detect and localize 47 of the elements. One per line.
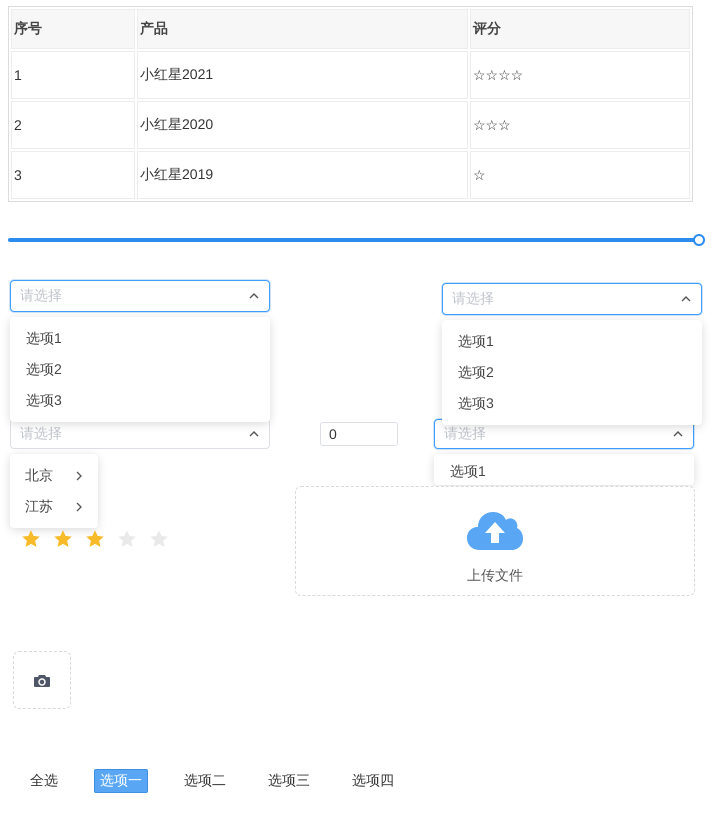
chevron-up-icon: [681, 296, 691, 302]
checkbox-button[interactable]: 选项四: [346, 769, 400, 793]
column-header: 序号: [11, 9, 135, 49]
table-cell: ☆☆☆: [470, 101, 690, 149]
column-header: 评分: [470, 9, 690, 49]
star-icon[interactable]: [53, 529, 73, 549]
star-icon[interactable]: [85, 529, 105, 549]
table-cell: 小红星2019: [137, 151, 468, 199]
column-header: 产品: [137, 9, 468, 49]
dropdown-option[interactable]: 选项3: [442, 388, 702, 419]
slider-track[interactable]: [8, 234, 705, 246]
select-placeholder: 请选择: [444, 425, 486, 443]
table-cell: 小红星2021: [137, 51, 468, 99]
dropdown-option[interactable]: 选项1: [10, 323, 270, 354]
table-cell: ☆: [470, 151, 690, 199]
cloud-upload-icon: [466, 509, 524, 551]
checkbox-button[interactable]: 全选: [24, 769, 64, 793]
chevron-up-icon: [249, 431, 259, 437]
table-cell: ☆☆☆☆: [470, 51, 690, 99]
table-cell: 1: [11, 51, 135, 99]
select-placeholder: 请选择: [20, 425, 62, 443]
table-cell: 3: [11, 151, 135, 199]
table-cell: 小红星2020: [137, 101, 468, 149]
star-icon[interactable]: [21, 529, 41, 549]
camera-icon: [34, 674, 50, 686]
upload-label: 上传文件: [467, 567, 523, 585]
table-cell: 2: [11, 101, 135, 149]
option-label: 江苏: [25, 498, 53, 516]
image-upload-box[interactable]: [13, 651, 71, 709]
dropdown-option[interactable]: 选项1: [442, 326, 702, 357]
dropdown-option[interactable]: 选项2: [442, 357, 702, 388]
star-rating[interactable]: [21, 529, 169, 549]
cascader-option[interactable]: 江苏: [10, 491, 98, 522]
option-label: 北京: [25, 466, 53, 484]
dropdown-option[interactable]: 选项1: [434, 458, 694, 485]
chevron-up-icon: [249, 293, 259, 299]
checkbox-button[interactable]: 选项三: [262, 769, 316, 793]
select-placeholder: 请选择: [452, 290, 494, 308]
dropdown-option[interactable]: 选项3: [10, 385, 270, 416]
slider-handle[interactable]: [693, 234, 705, 246]
select-placeholder: 请选择: [20, 287, 62, 305]
cascader-option[interactable]: 北京: [10, 460, 98, 491]
dropdown-option[interactable]: 选项2: [10, 354, 270, 385]
checkbox-button[interactable]: 选项二: [178, 769, 232, 793]
chevron-up-icon: [673, 431, 683, 437]
upload-dropzone[interactable]: 上传文件: [295, 486, 695, 596]
number-input[interactable]: 0: [320, 422, 398, 446]
